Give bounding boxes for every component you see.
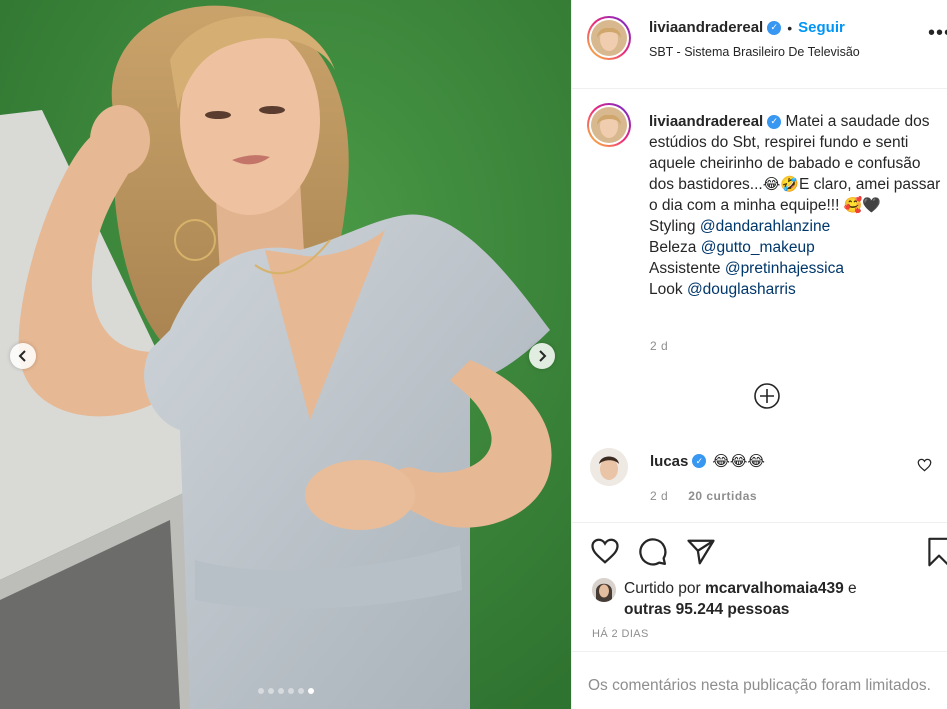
post-photo: [0, 0, 571, 709]
author-avatar[interactable]: [587, 16, 631, 60]
commenter-username[interactable]: lucas: [650, 453, 688, 470]
beleza-label: Beleza: [649, 239, 697, 256]
mention-link[interactable]: @gutto_makeup: [701, 239, 815, 256]
author-username[interactable]: liviaandradereal: [649, 19, 763, 36]
location-link[interactable]: SBT - Sistema Brasileiro De Televisão: [649, 45, 860, 59]
share-paper-plane-icon[interactable]: [686, 537, 716, 567]
liked-by-conjunction: e: [848, 580, 857, 597]
likes-summary: Curtido por mcarvalhomaia439 e outras 95…: [592, 578, 894, 620]
carousel-dot: [277, 688, 284, 694]
load-more-comments-icon[interactable]: [753, 382, 781, 410]
likes-count-link[interactable]: outras 95.244 pessoas: [624, 601, 789, 618]
assistente-label: Assistente: [649, 260, 721, 277]
avatar-image: [591, 107, 627, 143]
carousel-dot: [267, 688, 274, 694]
chevron-right-icon: [539, 350, 547, 362]
carousel-prev-button[interactable]: [10, 343, 36, 369]
comment-likes[interactable]: 20 curtidas: [688, 489, 757, 503]
like-heart-icon[interactable]: [590, 537, 620, 565]
caption-text: liviaandradereal ✓ Matei a saudade dos es…: [649, 111, 941, 300]
post-header: liviaandradereal ✓ • Seguir SBT - Sistem…: [572, 0, 947, 89]
mention-link[interactable]: @douglasharris: [687, 281, 796, 298]
comment-bubble-icon[interactable]: [638, 537, 668, 567]
carousel-dot: [257, 688, 264, 694]
liker-avatar[interactable]: [592, 578, 616, 602]
comment-text: 😂😂😂: [712, 453, 765, 470]
comment-timestamp[interactable]: 2 d: [650, 489, 668, 503]
carousel-indicator: [0, 688, 571, 694]
caption-emoji-1: 😂🤣: [762, 176, 799, 193]
verified-badge-icon: ✓: [767, 114, 782, 129]
action-bar: [572, 522, 947, 567]
carousel-dot: [287, 688, 294, 694]
follow-button[interactable]: Seguir: [798, 19, 845, 36]
caption-emoji-2: 🥰🖤: [843, 197, 882, 214]
chevron-left-icon: [18, 350, 26, 362]
commenter-avatar[interactable]: [590, 448, 628, 486]
carousel-next-button[interactable]: [529, 343, 555, 369]
separator-dot: •: [787, 19, 793, 36]
carousel-dot-active: [307, 688, 314, 694]
caption-author-avatar[interactable]: [587, 103, 631, 147]
avatar-image: [591, 20, 627, 56]
caption-timestamp[interactable]: 2 d: [650, 339, 668, 353]
mention-link[interactable]: @pretinhajessica: [725, 260, 844, 277]
avatar-image: [590, 448, 628, 486]
avatar-image: [592, 578, 616, 602]
verified-badge-icon: ✓: [692, 454, 707, 468]
verified-badge-icon: ✓: [767, 20, 782, 35]
post-date[interactable]: HÁ 2 DIAS: [592, 628, 649, 640]
carousel-dot: [297, 688, 304, 694]
liker-username[interactable]: mcarvalhomaia439: [705, 580, 844, 597]
mention-link[interactable]: @dandarahlanzine: [700, 218, 830, 235]
post-side-panel: liviaandradereal ✓ • Seguir SBT - Sistem…: [571, 0, 947, 709]
post-media[interactable]: [0, 0, 571, 709]
save-bookmark-icon[interactable]: [927, 537, 947, 567]
caption-username[interactable]: liviaandradereal: [649, 113, 763, 130]
look-label: Look: [649, 281, 683, 298]
comment-like-heart-icon[interactable]: [917, 458, 932, 472]
more-options-icon[interactable]: •••: [928, 22, 947, 45]
comments-limited-notice: Os comentários nesta publicação foram li…: [588, 677, 931, 694]
comment-footer: Os comentários nesta publicação foram li…: [572, 651, 947, 709]
liked-by-prefix: Curtido por: [624, 580, 701, 597]
styling-label: Styling: [649, 218, 696, 235]
